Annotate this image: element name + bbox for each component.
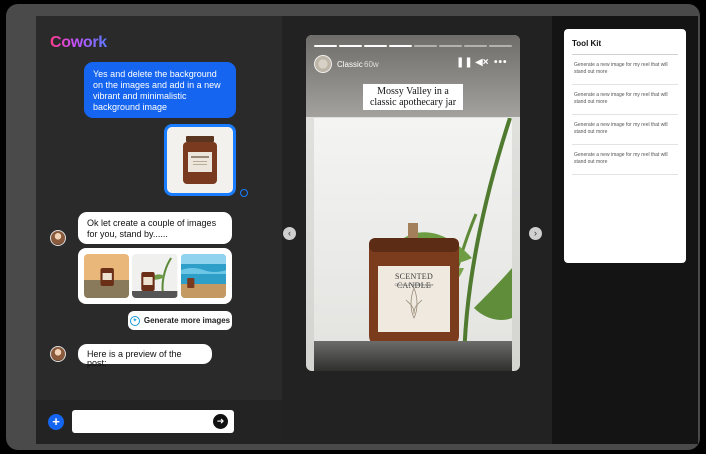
story-progress-segment [414,45,437,47]
user-message-bubble: Yes and delete the background on the ima… [84,62,236,118]
tool-kit-suggestion[interactable]: Generate a new image for my reel that wi… [572,115,678,145]
candle-jar-image [183,136,217,184]
story-account-name: Classic [337,60,363,69]
message-input[interactable] [72,410,234,433]
assistant-avatar [50,230,66,246]
story-progress-segment [439,45,462,47]
story-account-avatar [314,55,332,73]
assistant-message-bubble: Here is a preview of the post: [78,344,212,368]
chat-panel: Cowork Yes and delete the background on … [36,16,282,444]
generate-more-images-label: Generate more images [143,316,231,325]
story-preview: Classic 60w ❚❚ ◀× ••• Mossy Valley in a … [306,35,520,371]
tool-kit-panel: Tool Kit Generate a new image for my ree… [564,29,686,263]
app-screen: Cowork Yes and delete the background on … [36,16,698,444]
user-uploaded-image[interactable] [164,124,236,196]
story-progress-segment [464,45,487,47]
story-progress-bar [314,45,512,47]
sparkle-icon: ✦ [129,315,140,326]
tool-kit-title: Tool Kit [572,39,602,48]
story-progress-segment [364,45,387,47]
pause-icon[interactable]: ❚❚ [456,57,473,68]
device-frame: Cowork Yes and delete the background on … [6,4,700,450]
generate-more-images-button[interactable]: ✦ Generate more images [128,311,232,330]
story-caption: Mossy Valley in a classic apothecary jar [363,84,463,110]
story-progress-segment [489,45,512,47]
previous-arrow-icon[interactable]: ‹ [283,227,296,240]
sent-status-icon [240,189,248,197]
story-progress-segment [314,45,337,47]
tool-kit-suggestion[interactable]: Generate a new image for my reel that wi… [572,55,678,85]
next-arrow-icon[interactable]: › [529,227,542,240]
add-attachment-button[interactable]: + [48,414,64,430]
generated-image-thumb[interactable] [180,254,226,298]
send-arrow-icon[interactable]: ➜ [213,414,228,429]
post-preview-panel: ‹ › Classic 60w ❚❚ ◀× ••• Mossy Valley i… [282,16,552,444]
story-progress-segment [339,45,362,47]
generated-image-thumb[interactable] [132,254,178,298]
more-options-icon[interactable]: ••• [494,57,508,68]
assistant-avatar [50,346,66,362]
assistant-message-bubble: Ok let create a couple of images for you… [78,212,232,244]
story-post-time: 60w [364,60,379,69]
generated-images-strip [78,248,232,304]
generated-image-thumb[interactable] [84,254,130,298]
mute-icon[interactable]: ◀× [475,57,489,68]
story-product-image: SCENTED CANDLE Orchid & Wild Orange [314,117,512,371]
story-progress-segment [389,45,412,47]
story-header: Classic 60w ❚❚ ◀× ••• Mossy Valley in a … [306,35,520,117]
candle-label-subtitle: Orchid & Wild Orange [394,282,434,287]
tool-kit-suggestion[interactable]: Generate a new image for my reel that wi… [572,85,678,115]
stone-slab [314,341,512,371]
tool-kit-suggestion[interactable]: Generate a new image for my reel that wi… [572,145,678,175]
message-input-bar: + ➜ [36,400,282,444]
candle-label-title: SCENTED CANDLE [394,272,434,290]
app-logo: Cowork [50,34,107,51]
